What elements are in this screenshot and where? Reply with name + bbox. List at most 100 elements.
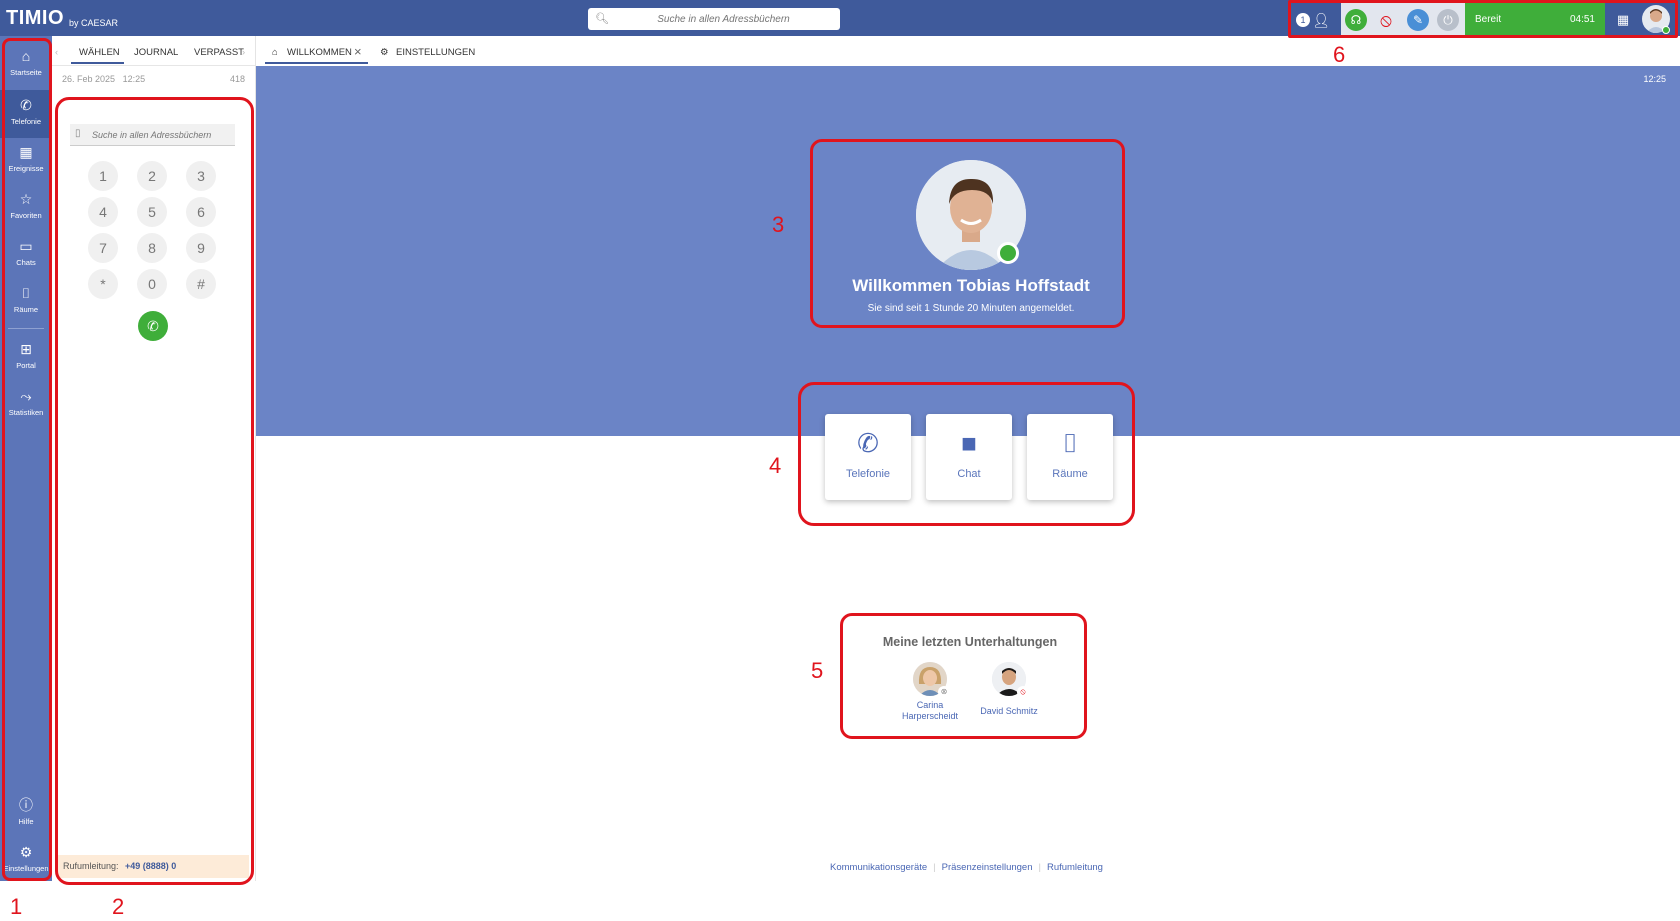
quick-action-chat[interactable]: ■ Chat — [926, 414, 1012, 500]
app-logo-sub: by CAESAR — [69, 18, 119, 28]
user-check-icon[interactable]: 👤︎ — [1310, 9, 1332, 31]
dial-key-1[interactable]: 1 — [88, 161, 118, 191]
power-icon[interactable]: ⏻ — [1437, 9, 1459, 31]
quick-action-raeume[interactable]: ⌷ Räume — [1027, 414, 1113, 500]
chevron-right-icon[interactable]: › — [242, 47, 245, 58]
active-tab-indicator — [265, 62, 368, 64]
dial-key-5[interactable]: 5 — [137, 197, 167, 227]
global-search[interactable]: 🔍︎ — [588, 8, 840, 30]
stats-icon: ⤳ — [20, 388, 32, 404]
home-icon: ⌂ — [272, 47, 278, 58]
close-icon[interactable]: × — [354, 44, 362, 59]
book-icon: ▯ — [75, 128, 81, 139]
sidebar-divider — [8, 328, 44, 329]
tab-journal[interactable]: JOURNAL — [134, 47, 178, 58]
gear-icon: ⚙ — [19, 844, 33, 860]
headset-icon[interactable]: ☊ — [1345, 9, 1367, 31]
status-area: 1 👤︎ ☊ ⦸ ✎ ⏻ Bereit 04:51 ▦ — [1290, 2, 1676, 36]
tab-waehlen[interactable]: WÄHLEN — [79, 47, 120, 58]
star-icon: ☆ — [19, 191, 33, 207]
nav-telefonie[interactable]: ✆ Telefonie — [0, 90, 52, 138]
nav-label: Startseite — [10, 68, 42, 77]
dial-key-4[interactable]: 4 — [88, 197, 118, 227]
call-forward-bar[interactable]: Rufumleitung: +49 (8888) 0 — [57, 855, 249, 878]
nav-label: Räume — [13, 305, 39, 314]
recent-conversations-title: Meine letzten Unterhaltungen — [882, 635, 1058, 649]
panel-search[interactable]: ▯ — [70, 124, 235, 146]
dial-key-hash[interactable]: # — [186, 269, 216, 299]
nav-label: Telefonie — [10, 117, 42, 126]
panel-search-input[interactable] — [92, 128, 232, 142]
link-praesenzeinstellungen[interactable]: Präsenzeinstellungen — [942, 862, 1033, 873]
annotation-number-2: 2 — [112, 894, 125, 919]
dial-key-3[interactable]: 3 — [186, 161, 216, 191]
global-search-input[interactable] — [616, 11, 831, 27]
home-icon: ⌂ — [21, 48, 31, 64]
do-not-disturb-icon: ⦸ — [1017, 686, 1029, 698]
call-button[interactable]: ✆ — [138, 311, 168, 341]
chat-icon: ■ — [961, 428, 977, 458]
tab-willkommen[interactable]: WILLKOMMEN — [287, 47, 352, 58]
nav-startseite[interactable]: ⌂ Startseite — [0, 41, 52, 89]
nav-label: Favoriten — [10, 211, 42, 220]
nav-favoriten[interactable]: ☆ Favoriten — [0, 184, 52, 232]
app-logo: TIMIO — [6, 7, 65, 29]
date-text: 26. Feb 2025 — [62, 74, 116, 84]
footer-links: Kommunikationsgeräte | Präsenzeinstellunge… — [830, 862, 1103, 873]
nav-label: Hilfe — [18, 817, 34, 826]
offline-badge-icon: ⊗ — [938, 686, 950, 698]
time-text: 12:25 — [122, 74, 146, 84]
nav-hilfe[interactable]: ⓘ Hilfe — [0, 790, 52, 838]
chat-icon: ▭ — [19, 238, 33, 254]
status-indicator[interactable]: Bereit 04:51 — [1465, 2, 1605, 36]
phone-panel-tabs: ‹ WÄHLEN JOURNAL VERPASST › — [52, 36, 256, 66]
dial-key-2[interactable]: 2 — [137, 161, 167, 191]
tab-einstellungen[interactable]: EINSTELLUNGEN — [396, 47, 475, 58]
chevron-left-icon[interactable]: ‹ — [55, 47, 58, 58]
dial-key-0[interactable]: 0 — [137, 269, 167, 299]
sidebar: ⌂ Startseite ✆ Telefonie ▦ Ereignisse ☆ Favo… — [0, 36, 52, 881]
nav-statistiken[interactable]: ⤳ Statistiken — [0, 381, 52, 429]
presence-count-badge: 1 — [1296, 13, 1310, 27]
contact-name-david[interactable]: David Schmitz — [969, 706, 1049, 717]
gear-icon: ⚙ — [380, 47, 389, 58]
link-rufumleitung[interactable]: Rufumleitung — [1047, 862, 1103, 873]
dial-key-9[interactable]: 9 — [186, 233, 216, 263]
top-bar: TIMIO by CAESAR 🔍︎ 1 👤︎ ☊ ⦸ ✎ ⏻ Bereit 0… — [0, 0, 1680, 36]
nav-einstellungen[interactable]: ⚙ Einstellungen — [0, 837, 52, 885]
pencil-icon[interactable]: ✎ — [1407, 9, 1429, 31]
name-line: David Schmitz — [980, 706, 1038, 716]
nav-label: Ereignisse — [8, 164, 44, 173]
search-icon: 🔍︎ — [595, 13, 609, 25]
phone-icon: ✆ — [147, 318, 159, 334]
nav-label: Statistiken — [8, 408, 44, 417]
grid-icon: ⊞ — [20, 341, 32, 357]
annotation-number-1: 1 — [10, 894, 23, 919]
quick-action-label: Räume — [1052, 468, 1088, 480]
welcome-title: Willkommen Tobias Hoffstadt — [852, 276, 1090, 295]
nav-portal[interactable]: ⊞ Portal — [0, 334, 52, 382]
help-icon: ⓘ — [19, 797, 33, 813]
dial-key-7[interactable]: 7 — [88, 233, 118, 263]
building-icon[interactable]: ▦ — [1612, 9, 1634, 31]
nav-label: Einstellungen — [3, 864, 49, 873]
nav-ereignisse[interactable]: ▦ Ereignisse — [0, 137, 52, 185]
dial-key-6[interactable]: 6 — [186, 197, 216, 227]
active-tab-indicator — [71, 62, 124, 64]
nav-raeume[interactable]: ⌷ Räume — [0, 278, 52, 326]
contact-name-carina[interactable]: Carina Harperscheidt — [890, 700, 970, 722]
name-line: Harperscheidt — [901, 711, 959, 721]
tab-verpasst[interactable]: VERPASST — [194, 47, 244, 58]
nav-chats[interactable]: ▭ Chats — [0, 231, 52, 279]
dial-key-star[interactable]: * — [88, 269, 118, 299]
phone-icon: ✆ — [857, 428, 879, 458]
rooms-icon: ⌷ — [21, 285, 31, 301]
quick-action-label: Telefonie — [845, 468, 891, 480]
forward-number: +49 (8888) 0 — [125, 861, 177, 871]
do-not-disturb-icon[interactable]: ⦸ — [1375, 9, 1397, 31]
annotation-number-6: 6 — [1333, 42, 1346, 67]
dial-key-8[interactable]: 8 — [137, 233, 167, 263]
link-kommunikationsgeraete[interactable]: Kommunikationsgeräte — [830, 862, 927, 873]
quick-action-telefonie[interactable]: ✆ Telefonie — [825, 414, 911, 500]
presence-strip: ☊ ⦸ ✎ ⏻ — [1341, 2, 1465, 36]
